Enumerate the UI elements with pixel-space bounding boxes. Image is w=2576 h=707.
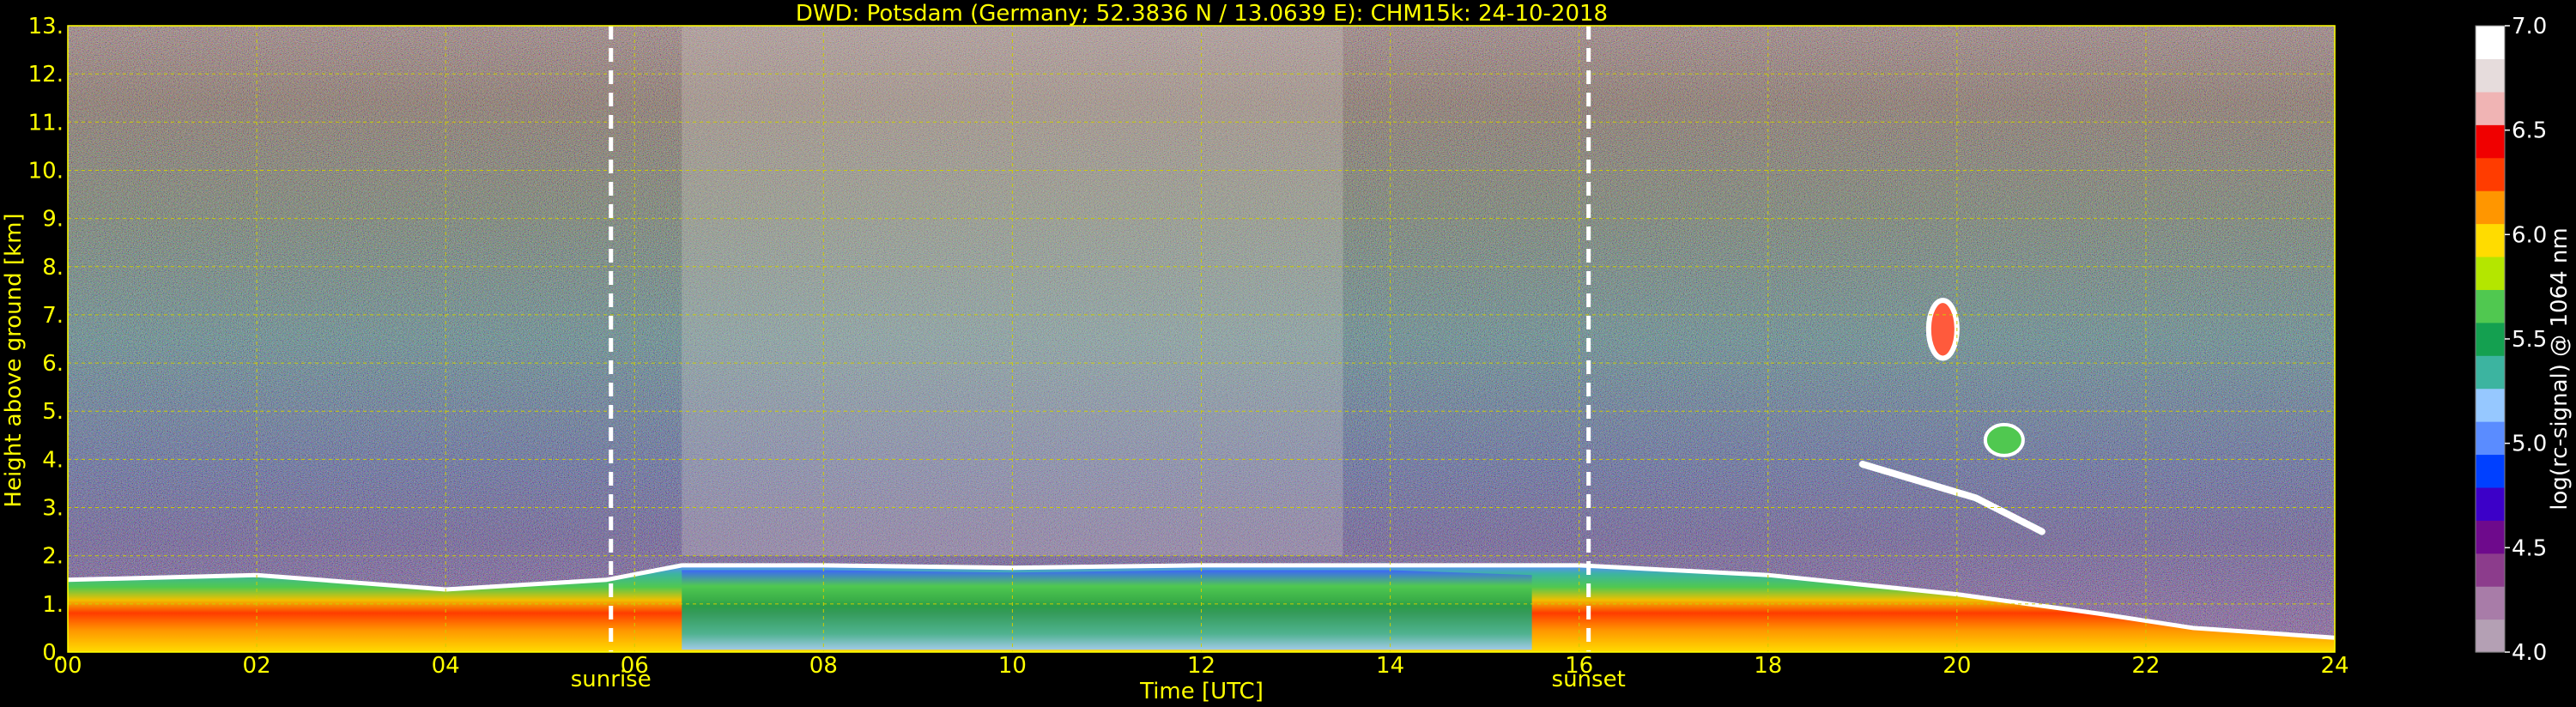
colorbar-segment [2476,421,2505,456]
colorbar-segment [2476,289,2505,323]
colorbar-tick-label: 4.5 [2512,535,2547,561]
chart-title: DWD: Potsdam (Germany; 52.3836 N / 13.06… [796,1,1608,27]
x-tick-label: 20 [1943,653,1971,679]
colorbar: 4.0 4.5 5.0 5.5 6.0 6.5 7.0 log(rc-signal) @ 1… [2475,14,2573,666]
y-tick-label: 10. [28,158,64,184]
colorbar-segment [2476,124,2505,159]
x-tick-label: 12 [1187,653,1215,679]
colorbar-segment [2476,553,2505,587]
colorbar-segment [2476,26,2505,60]
y-tick-label: 5. [42,399,64,425]
event-label-sunrise: sunrise [571,667,652,692]
colorbar-segment [2476,91,2505,125]
x-tick-label: 18 [1754,653,1782,679]
x-tick-label: 14 [1376,653,1404,679]
ceilometer-chart: DWD: Potsdam (Germany; 52.3836 N / 13.06… [1,1,2573,704]
y-tick-label: 7. [42,303,64,329]
colorbar-segments [2476,26,2505,653]
boundary-layer-daytime [682,570,1532,650]
y-tick-label: 2. [42,544,64,570]
y-axis-label: Height above ground [km] [1,213,27,507]
colorbar-tick-label: 4.0 [2512,640,2547,666]
colorbar-segment [2476,454,2505,488]
y-tick-label: 0. [42,640,64,666]
colorbar-label: log(rc-signal) @ 1064 nm [2547,227,2573,510]
y-tick-label: 6. [42,351,64,377]
x-tick-label: 22 [2131,653,2160,679]
colorbar-segment [2476,157,2505,191]
y-tick-label: 3. [42,496,64,522]
colorbar-tick-label: 5.0 [2512,432,2547,457]
y-tick-label: 8. [42,255,64,281]
colorbar-segment [2476,322,2505,356]
y-tick-label: 12. [28,62,64,88]
x-tick-label: 10 [998,653,1027,679]
plot-area [68,26,2335,652]
event-label-sunset: sunset [1552,667,1626,692]
colorbar-segment [2476,256,2505,290]
colorbar-segment [2476,486,2505,521]
x-tick-label: 02 [243,653,271,679]
colorbar-tick-label: 6.0 [2512,222,2547,248]
colorbar-tick-label: 5.5 [2512,327,2547,353]
colorbar-segment [2476,388,2505,422]
colorbar-segment [2476,58,2505,93]
colorbar-segment [2476,190,2505,225]
x-tick-label: 08 [809,653,838,679]
y-tick-label: 4. [42,447,64,473]
y-tick-label: 1. [42,592,64,618]
event-labels: sunrise sunset [571,667,1626,692]
y-tick-label: 9. [42,207,64,233]
colorbar-tick-labels: 4.0 4.5 5.0 5.5 6.0 6.5 7.0 [2505,14,2547,666]
cirrus-cloud [1925,298,1960,361]
y-tick-label: 11. [28,110,64,136]
x-tick-label: 24 [2320,653,2349,679]
colorbar-segment [2476,619,2505,653]
y-tick-label: 13. [28,14,64,39]
colorbar-tick-label: 6.5 [2512,118,2547,144]
colorbar-segment [2476,355,2505,390]
daytime-noise-band [682,26,1343,556]
colorbar-segment [2476,520,2505,554]
x-tick-labels: 00 02 04 06 08 10 12 14 16 18 20 22 24 [53,653,2349,679]
mid-level-cloud-cap [1983,422,2025,457]
colorbar-segment [2476,223,2505,257]
colorbar-segment [2476,586,2505,620]
y-tick-labels: 0. 1. 2. 3. 4. 5. 6. 7. 8. 9. 10. 11. 12. 13. [28,14,64,666]
x-axis-label: Time [UTC] [1139,679,1264,704]
x-tick-label: 04 [432,653,460,679]
colorbar-tick-label: 7.0 [2512,14,2547,39]
